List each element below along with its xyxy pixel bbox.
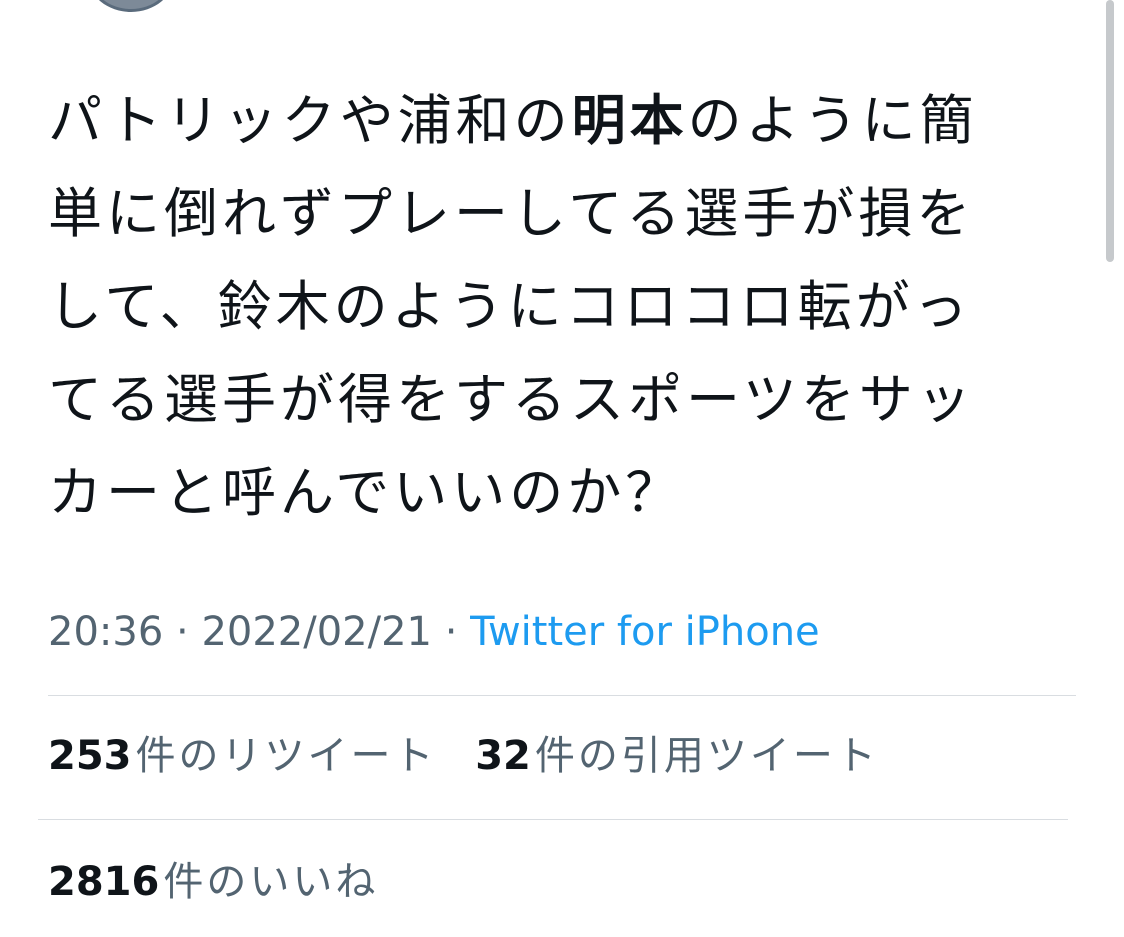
like-count: 2816 [48,859,160,905]
tweet-text-line: パトリックや浦和の明本のように簡 [48,74,1058,167]
tweet-text-segment: のように簡 [687,89,978,152]
meta-separator: · [176,609,189,655]
quote-label: 件の引用ツイート [534,733,879,779]
like-label: 件のいいね [163,859,379,905]
tweet-source-link[interactable]: Twitter for iPhone [470,609,820,655]
retweet-count: 253 [48,733,132,779]
likes-stat[interactable]: 2816 件のいいね [48,856,378,908]
tweet-text-line: 単に倒れずプレーしてる選手が損を [48,167,1058,260]
tweet-text: パトリックや浦和の明本のように簡 単に倒れずプレーしてる選手が損を して、鈴木の… [48,74,1058,539]
scrollbar[interactable] [1106,0,1114,262]
divider [38,819,1068,820]
retweet-stats-row: 253 件のリツイート 32 件の引用ツイート [48,730,879,782]
tweet-text-segment: カーと呼んでいいのか？ [48,461,684,524]
tweet-text-bold: 明本 [571,89,688,152]
divider [48,695,1076,696]
tweet-text-segment: して、鈴木のようにコロコロ転がっ [48,275,972,338]
retweet-label: 件のリツイート [135,733,437,779]
tweet-text-segment: 単に倒れずプレーしてる選手が損を [48,182,975,245]
meta-separator: · [444,609,458,655]
tweet-text-segment: てる選手が得をするスポーツをサッ [48,368,975,431]
retweets-stat[interactable]: 253 件のリツイート [48,730,437,782]
tweet-time[interactable]: 20:36 [48,609,163,655]
tweet-text-segment: パトリックや浦和の [48,89,572,152]
tweet-meta: 20:36 · 2022/02/21 · Twitter for iPhone [48,606,820,658]
likes-stats-row: 2816 件のいいね [48,856,378,908]
tweet-text-line: てる選手が得をするスポーツをサッ [48,353,1058,446]
tweet-date[interactable]: 2022/02/21 [201,609,432,655]
tweet-text-line: カーと呼んでいいのか？ [48,446,1058,539]
tweet-text-line: して、鈴木のようにコロコロ転がっ [48,260,1058,353]
quote-count: 32 [475,733,531,779]
quotes-stat[interactable]: 32 件の引用ツイート [475,730,879,782]
avatar[interactable] [88,0,174,12]
